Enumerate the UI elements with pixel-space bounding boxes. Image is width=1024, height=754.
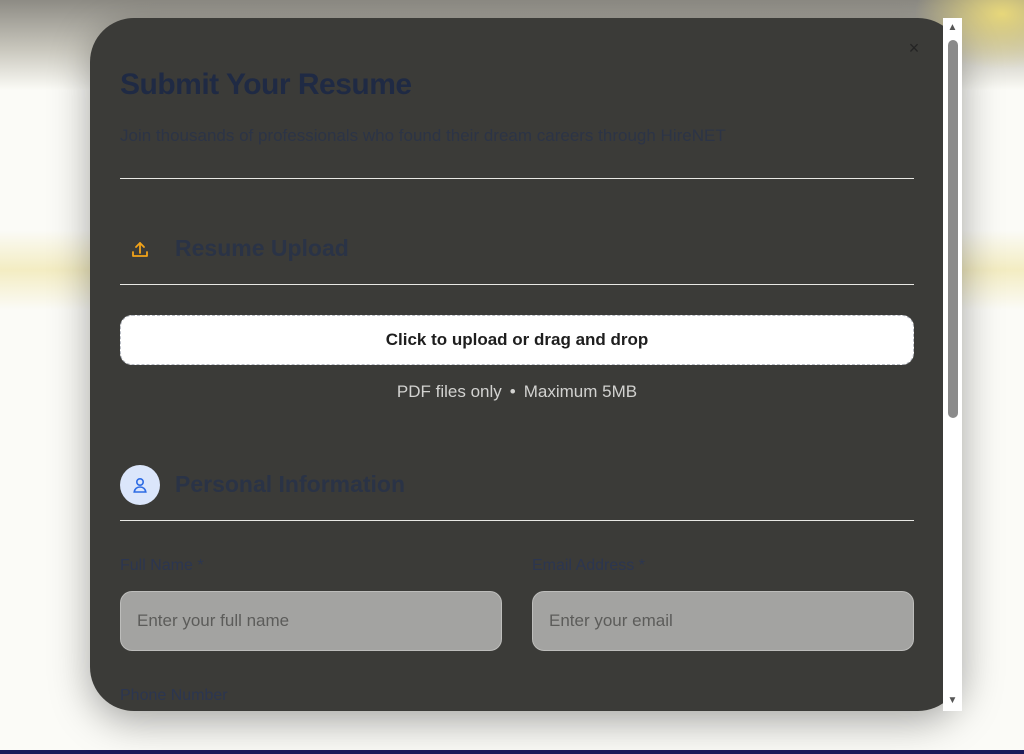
- personal-information-heading: Personal Information: [175, 471, 406, 497]
- upload-hint: PDF files only • Maximum 5MB: [120, 382, 914, 402]
- upload-hint-separator: •: [509, 382, 516, 401]
- resume-submit-modal: × Submit Your Resume Join thousands of p…: [90, 18, 962, 711]
- resume-upload-heading: Resume Upload: [175, 235, 349, 261]
- full-name-label: Full Name *: [120, 557, 204, 574]
- upload-hint-format: PDF files only: [396, 382, 502, 401]
- upload-dropzone-label: Click to upload or drag and drop: [385, 330, 649, 349]
- modal-subtitle: Join thousands of professionals who foun…: [120, 126, 726, 145]
- full-name-input[interactable]: [120, 591, 502, 651]
- user-icon: [120, 465, 160, 505]
- email-label: Email Address *: [532, 557, 645, 574]
- resume-upload-dropzone[interactable]: Click to upload or drag and drop: [120, 315, 914, 365]
- email-input[interactable]: [532, 591, 914, 651]
- background-bottom-bar: [0, 750, 1024, 754]
- divider: [120, 178, 914, 179]
- close-icon[interactable]: ×: [906, 39, 922, 57]
- divider: [120, 520, 914, 521]
- upload-hint-size: Maximum 5MB: [523, 382, 638, 401]
- divider: [120, 284, 914, 285]
- modal-title: Submit Your Resume: [120, 68, 412, 101]
- scroll-thumb[interactable]: [948, 40, 958, 418]
- scroll-up-arrow-icon[interactable]: ▲: [943, 22, 962, 34]
- upload-icon: [120, 230, 160, 270]
- scroll-down-arrow-icon[interactable]: ▼: [943, 695, 962, 707]
- phone-number-label: Phone Number: [120, 687, 228, 704]
- modal-scrollbar[interactable]: ▲ ▼: [943, 18, 962, 711]
